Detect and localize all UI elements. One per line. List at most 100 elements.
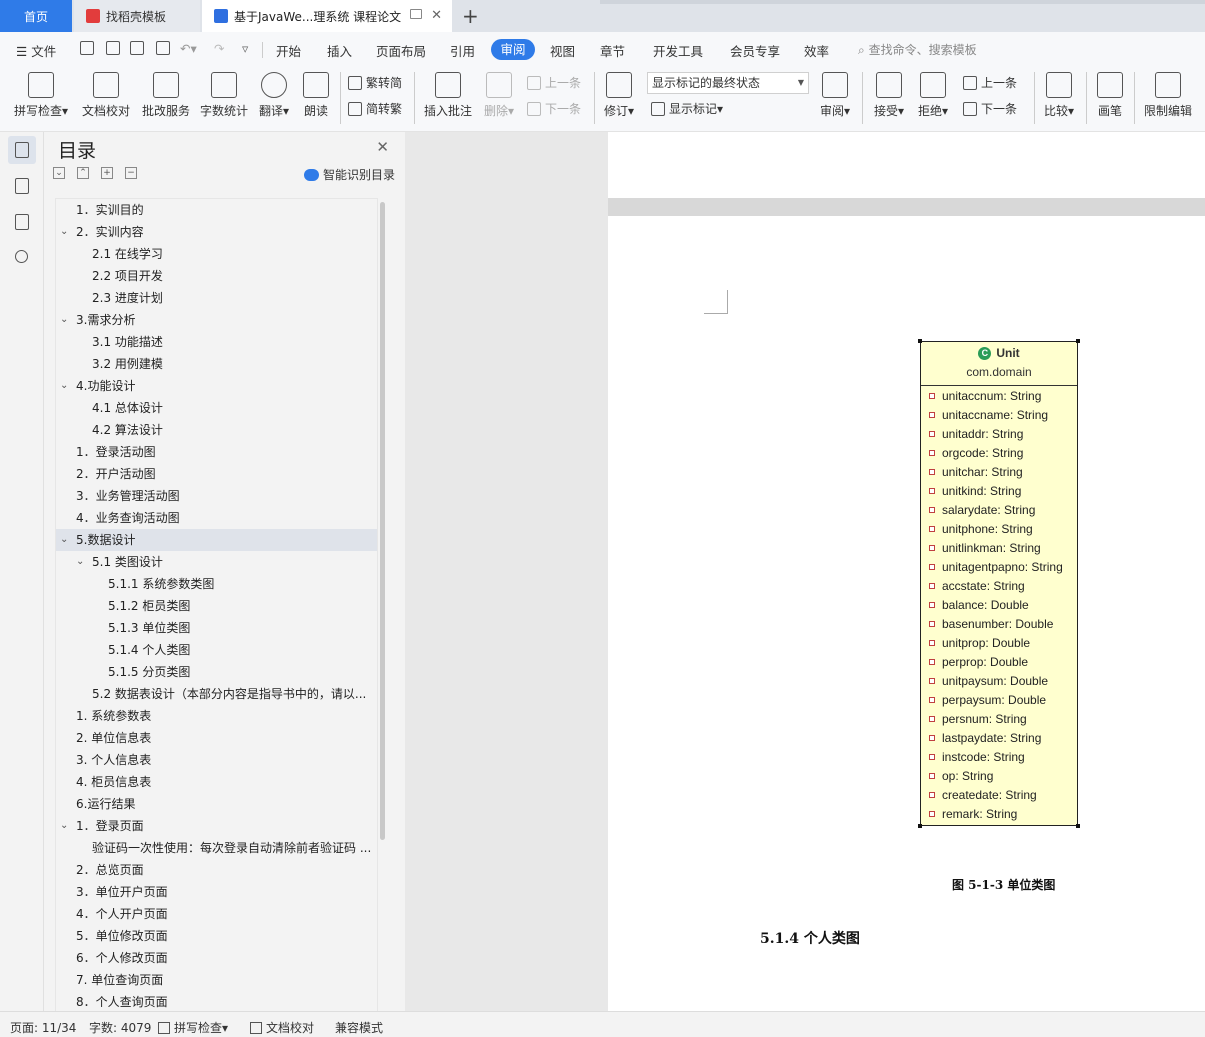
toc-item[interactable]: ⌄ 2．实训内容 [56, 221, 377, 243]
toc-item[interactable]: 3．单位开户页面 [56, 881, 377, 903]
review-pane-button[interactable]: 审阅▾ [816, 72, 854, 119]
toc-item[interactable]: 2．总览页面 [56, 859, 377, 881]
toc-scrollbar[interactable] [380, 202, 385, 840]
toc-item[interactable]: 4.1 总体设计 [56, 397, 377, 419]
doc-proof-button[interactable]: 文档校对 [80, 72, 132, 119]
track-changes-button[interactable]: 修订▾ [600, 72, 638, 119]
chevron-down-icon[interactable]: ⌄ [60, 221, 68, 243]
toc-item[interactable]: 3.2 用例建模 [56, 353, 377, 375]
menu-references[interactable]: 引用 [450, 41, 475, 60]
menu-start[interactable]: 开始 [276, 41, 301, 60]
undo-icon[interactable]: ↶▾ [180, 41, 197, 56]
spell-check-status[interactable]: 拼写检查 ▾ [158, 1019, 228, 1036]
resize-handle[interactable] [918, 824, 922, 828]
tab-template[interactable]: 找稻壳模板 [74, 0, 200, 32]
toc-item[interactable]: 4．业务查询活动图 [56, 507, 377, 529]
toc-item[interactable]: 6．个人修改页面 [56, 947, 377, 969]
accept-button[interactable]: 接受▾ [870, 72, 908, 119]
next-change-button[interactable]: 下一条 [963, 100, 1017, 117]
chevron-down-icon[interactable]: ⌄ [76, 551, 84, 573]
chevron-down-icon[interactable]: ⌄ [60, 375, 68, 397]
redo-icon[interactable]: ↷ [214, 41, 224, 56]
menu-efficiency[interactable]: 效率 [804, 41, 829, 60]
chevron-down-icon[interactable]: ⌄ [60, 309, 68, 331]
toc-item[interactable]: ⌄ 5.1 类图设计 [56, 551, 377, 573]
toc-item[interactable]: 2.3 进度计划 [56, 287, 377, 309]
tab-home[interactable]: 首页 [0, 0, 72, 32]
page-indicator[interactable]: 页面: 11/34 [10, 1019, 76, 1036]
toc-item[interactable]: 1．实训目的 [56, 199, 377, 221]
simp-to-trad-button[interactable]: 简转繁 [348, 100, 402, 117]
menu-membership[interactable]: 会员专享 [730, 41, 780, 60]
toc-item[interactable]: 5.1.4 个人类图 [56, 639, 377, 661]
print-icon[interactable] [130, 41, 144, 55]
toc-item[interactable]: 2．开户活动图 [56, 463, 377, 485]
menu-page-layout[interactable]: 页面布局 [376, 41, 426, 60]
toc-item[interactable]: 4.2 算法设计 [56, 419, 377, 441]
toc-item[interactable]: 5.1.3 单位类图 [56, 617, 377, 639]
resize-handle[interactable] [918, 339, 922, 343]
toc-item[interactable]: 5．单位修改页面 [56, 925, 377, 947]
menu-chapter[interactable]: 章节 [600, 41, 625, 60]
expand-up-icon[interactable]: ⌃ [77, 167, 89, 179]
print-preview-icon[interactable] [156, 41, 170, 55]
delete-comment-button[interactable]: 删除▾ [480, 72, 518, 119]
toc-item[interactable]: 3.1 功能描述 [56, 331, 377, 353]
review-service-button[interactable]: 批改服务 [140, 72, 192, 119]
toc-item[interactable]: 6.运行结果 [56, 793, 377, 815]
bookmark-button[interactable] [8, 208, 36, 236]
prev-change-button[interactable]: 上一条 [963, 74, 1017, 91]
resize-handle[interactable] [1076, 824, 1080, 828]
menu-insert[interactable]: 插入 [327, 41, 352, 60]
chevron-down-icon[interactable]: ⌄ [60, 529, 68, 551]
markup-state-select[interactable]: 显示标记的最终状态 ▼ [647, 72, 809, 94]
export-pdf-icon[interactable] [106, 41, 120, 55]
toc-item[interactable]: 3．业务管理活动图 [56, 485, 377, 507]
chapter-nav-button[interactable] [8, 172, 36, 200]
save-icon[interactable] [80, 41, 94, 55]
prev-comment-button[interactable]: 上一条 [527, 74, 581, 91]
toc-item[interactable]: ⌄ 1．登录页面 [56, 815, 377, 837]
toc-item[interactable]: 7. 单位查询页面 [56, 969, 377, 991]
window-pin-icon[interactable] [410, 9, 422, 19]
word-count-button[interactable]: 字数统计 [198, 72, 250, 119]
toc-item[interactable]: 2.2 项目开发 [56, 265, 377, 287]
compare-button[interactable]: 比较▾ [1040, 72, 1078, 119]
translate-button[interactable]: 翻译▾ [256, 72, 292, 119]
find-button[interactable] [8, 244, 36, 272]
next-comment-button[interactable]: 下一条 [527, 100, 581, 117]
restrict-edit-button[interactable]: 限制编辑 [1140, 72, 1196, 119]
trad-to-simp-button[interactable]: 繁转简 [348, 74, 402, 91]
new-tab-button[interactable]: + [462, 4, 479, 28]
show-markup-button[interactable]: 显示标记 ▾ [651, 100, 723, 117]
word-count-indicator[interactable]: 字数: 4079 [89, 1019, 151, 1036]
remove-heading-icon[interactable]: − [125, 167, 137, 179]
toc-item[interactable]: 验证码一次性使用：每次登录自动清除前者验证码 ... [56, 837, 377, 859]
file-menu[interactable]: ☰ 文件 [16, 41, 56, 60]
customize-toolbar-icon[interactable]: ▿ [242, 41, 248, 56]
toc-item[interactable]: 1. 系统参数表 [56, 705, 377, 727]
menu-developer[interactable]: 开发工具 [653, 41, 703, 60]
menu-view[interactable]: 视图 [550, 41, 575, 60]
add-heading-icon[interactable]: + [101, 167, 113, 179]
close-tab-icon[interactable]: ✕ [431, 8, 442, 23]
chevron-down-icon[interactable]: ⌄ [60, 815, 68, 837]
toc-item[interactable]: ⌄ 3.需求分析 [56, 309, 377, 331]
uml-class-diagram[interactable]: C Unit com.domain unitaccnum: String unita… [920, 341, 1078, 826]
toc-item[interactable]: 5.1.1 系统参数类图 [56, 573, 377, 595]
toc-item[interactable]: 2. 单位信息表 [56, 727, 377, 749]
toc-item[interactable]: 4. 柜员信息表 [56, 771, 377, 793]
toc-item[interactable]: 5.2 数据表设计（本部分内容是指导书中的，请以... [56, 683, 377, 705]
toc-item[interactable]: ⌄ 4.功能设计 [56, 375, 377, 397]
toc-item[interactable]: 5.1.2 柜员类图 [56, 595, 377, 617]
tab-document[interactable]: 基于JavaWe...理系统 课程论文 ✕ [202, 0, 452, 32]
toc-panel-button[interactable] [8, 136, 36, 164]
toc-item[interactable]: ⌄ 5.数据设计 [56, 529, 377, 551]
command-search[interactable]: ⌕ 查找命令、搜索模板 [858, 41, 977, 58]
toc-item[interactable]: 4．个人开户页面 [56, 903, 377, 925]
pen-button[interactable]: 画笔 [1092, 72, 1128, 119]
spell-check-button[interactable]: 拼写检查▾ [10, 72, 72, 119]
doc-proof-status[interactable]: 文档校对 [250, 1019, 314, 1036]
insert-comment-button[interactable]: 插入批注 [422, 72, 474, 119]
toc-item[interactable]: 8．个人查询页面 [56, 991, 377, 1011]
